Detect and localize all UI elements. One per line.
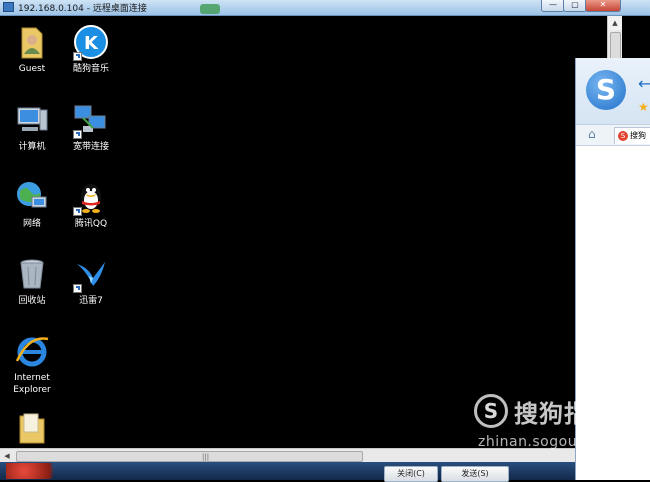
desktop-icon-xunlei[interactable]: 迅雷7	[64, 256, 118, 307]
desktop-icon-folder[interactable]	[5, 410, 59, 446]
sogou-watermark: S 搜狗指南 zhinan.sogou.com	[470, 390, 650, 460]
internet-explorer-icon	[14, 333, 50, 369]
desktop-icon-ie[interactable]: Internet Explorer	[5, 333, 59, 396]
scroll-up-icon[interactable]: ▲	[608, 16, 622, 30]
qq-penguin-icon	[73, 179, 109, 216]
desktop-icon-label: Internet Explorer	[13, 373, 51, 395]
minimize-button[interactable]: —	[541, 0, 565, 12]
remote-desktop-area[interactable]: Guest K 酷狗音乐 计算机 宽带连接 网络 腾讯QQ 回收站 迅雷7 In…	[0, 16, 607, 448]
desktop-icon-label: 宽带连接	[72, 142, 109, 152]
broadband-connection-icon	[73, 102, 109, 139]
watermark-url: zhinan.sogou.com	[478, 434, 614, 450]
shortcut-arrow-icon	[73, 52, 82, 61]
window-title: 192.168.0.104 - 远程桌面连接	[18, 4, 147, 14]
kugou-music-icon: K	[73, 24, 109, 61]
title-bar: 192.168.0.104 - 远程桌面连接 — ▢ ✕	[0, 0, 650, 16]
shortcut-arrow-icon	[73, 130, 82, 139]
desktop-icon-network[interactable]: 网络	[5, 179, 59, 230]
taskbar: 关闭(C) 发送(S)	[0, 462, 650, 482]
desktop-icon-label: 腾讯QQ	[74, 219, 108, 229]
desktop-icon-label: 计算机	[18, 142, 46, 152]
sogou-logo-icon: S	[586, 70, 626, 110]
background-taskbar-icon	[200, 4, 220, 14]
scroll-grip-icon: |||	[202, 453, 210, 461]
desktop-icon-kugou[interactable]: K 酷狗音乐	[64, 24, 118, 75]
horizontal-scroll-thumb[interactable]: |||	[16, 451, 363, 462]
browser-tab-bar: ⌂ S 搜狗	[576, 124, 650, 146]
recycle-bin-icon	[14, 256, 50, 292]
xunlei-bird-icon	[73, 256, 109, 293]
desktop-icon-broadband[interactable]: 宽带连接	[64, 102, 118, 153]
shortcut-arrow-icon	[73, 284, 82, 293]
user-folder-icon	[14, 24, 50, 60]
favorite-star-icon[interactable]: ★	[638, 100, 649, 114]
watermark-logo-icon: S	[474, 394, 508, 428]
start-button[interactable]	[6, 463, 66, 479]
desktop-icon-recycle-bin[interactable]: 回收站	[5, 256, 59, 307]
shortcut-arrow-icon	[73, 207, 82, 216]
desktop-icon-guest[interactable]: Guest	[5, 24, 59, 75]
remote-desktop-icon	[3, 2, 14, 12]
desktop-icon-label: 迅雷7	[79, 296, 103, 306]
desktop-icon-label: 酷狗音乐	[72, 64, 109, 74]
desktop-icon-label: 网络	[22, 219, 41, 229]
home-icon[interactable]: ⌂	[588, 127, 596, 141]
desktop-icon-label: 回收站	[18, 296, 46, 306]
network-icon	[14, 179, 50, 215]
tab-label: 搜狗	[630, 131, 646, 140]
desktop-icon-computer[interactable]: 计算机	[5, 102, 59, 153]
computer-icon	[14, 102, 50, 138]
scroll-left-icon[interactable]: ◀	[0, 449, 14, 463]
svg-text:K: K	[84, 33, 99, 54]
desktop-icon-qq[interactable]: 腾讯QQ	[64, 179, 118, 230]
back-arrow-icon[interactable]: ←	[638, 74, 650, 93]
browser-tab[interactable]: S 搜狗	[614, 127, 650, 144]
browser-header: S ← ★	[576, 58, 650, 124]
desktop-icon-label: Guest	[18, 64, 46, 74]
watermark-text: 搜狗指南	[514, 400, 614, 428]
maximize-button[interactable]: ▢	[563, 0, 587, 12]
folder-icon	[14, 410, 50, 446]
close-button[interactable]: ✕	[585, 0, 621, 12]
sogou-favicon-icon: S	[618, 130, 628, 141]
